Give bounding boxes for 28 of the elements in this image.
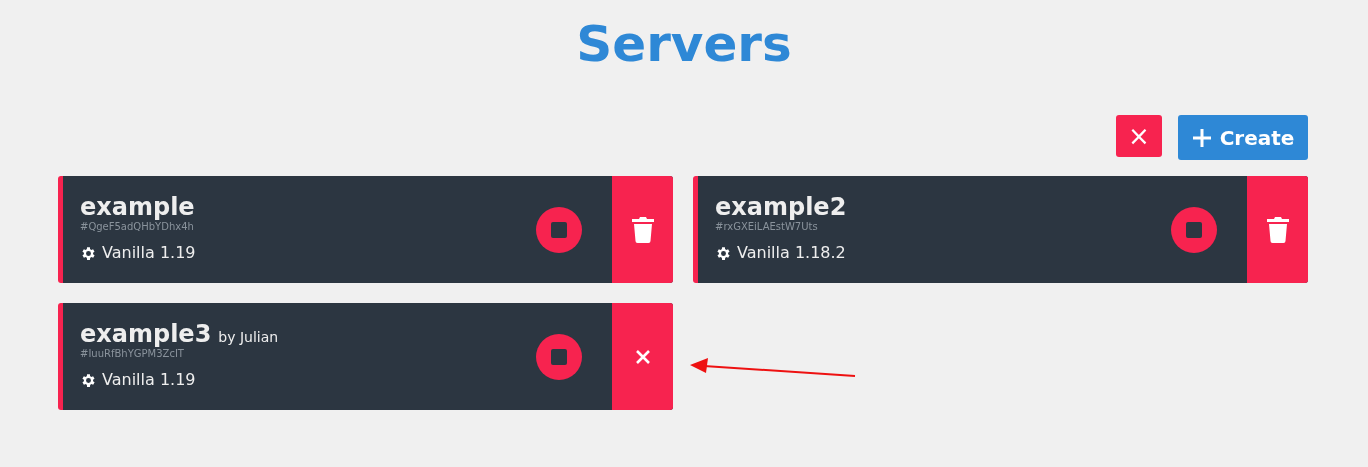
server-id: #IuuRfBhYGPM3ZcIT bbox=[80, 348, 184, 360]
trash-icon bbox=[631, 216, 654, 243]
server-card[interactable]: example2 #rxGXEiLAEstW7Uts Vanilla 1.18.2 bbox=[693, 176, 1308, 283]
gear-icon bbox=[80, 371, 97, 389]
server-version: Vanilla 1.19 bbox=[102, 369, 196, 391]
server-version: Vanilla 1.18.2 bbox=[737, 242, 846, 264]
server-card[interactable]: example3 by Julian #IuuRfBhYGPM3ZcIT Vanilla 1.19 bbox=[58, 303, 673, 410]
close-icon bbox=[634, 348, 651, 365]
stop-button[interactable] bbox=[1171, 206, 1217, 253]
trash-icon bbox=[1266, 216, 1289, 243]
server-name: example bbox=[80, 193, 195, 221]
gear-icon bbox=[80, 244, 97, 262]
cancel-button[interactable]: × bbox=[1116, 115, 1162, 157]
delete-button[interactable] bbox=[1247, 176, 1308, 283]
server-id: #rxGXEiLAEstW7Uts bbox=[715, 221, 818, 233]
delete-button[interactable] bbox=[612, 176, 673, 283]
stop-button[interactable] bbox=[536, 206, 582, 253]
server-name: example2 bbox=[715, 193, 847, 221]
server-name: example3 bbox=[80, 320, 212, 348]
page-title: Servers bbox=[575, 14, 793, 75]
server-card[interactable]: example #QgeF5adQHbYDhx4h Vanilla 1.19 bbox=[58, 176, 673, 283]
gear-icon bbox=[715, 244, 732, 262]
server-version: Vanilla 1.19 bbox=[102, 242, 196, 264]
plus-icon bbox=[1191, 127, 1212, 148]
server-id: #QgeF5adQHbYDhx4h bbox=[80, 221, 194, 233]
stop-button[interactable] bbox=[536, 333, 582, 380]
create-button[interactable]: Create bbox=[1178, 115, 1308, 160]
server-owner: by Julian bbox=[218, 328, 279, 347]
